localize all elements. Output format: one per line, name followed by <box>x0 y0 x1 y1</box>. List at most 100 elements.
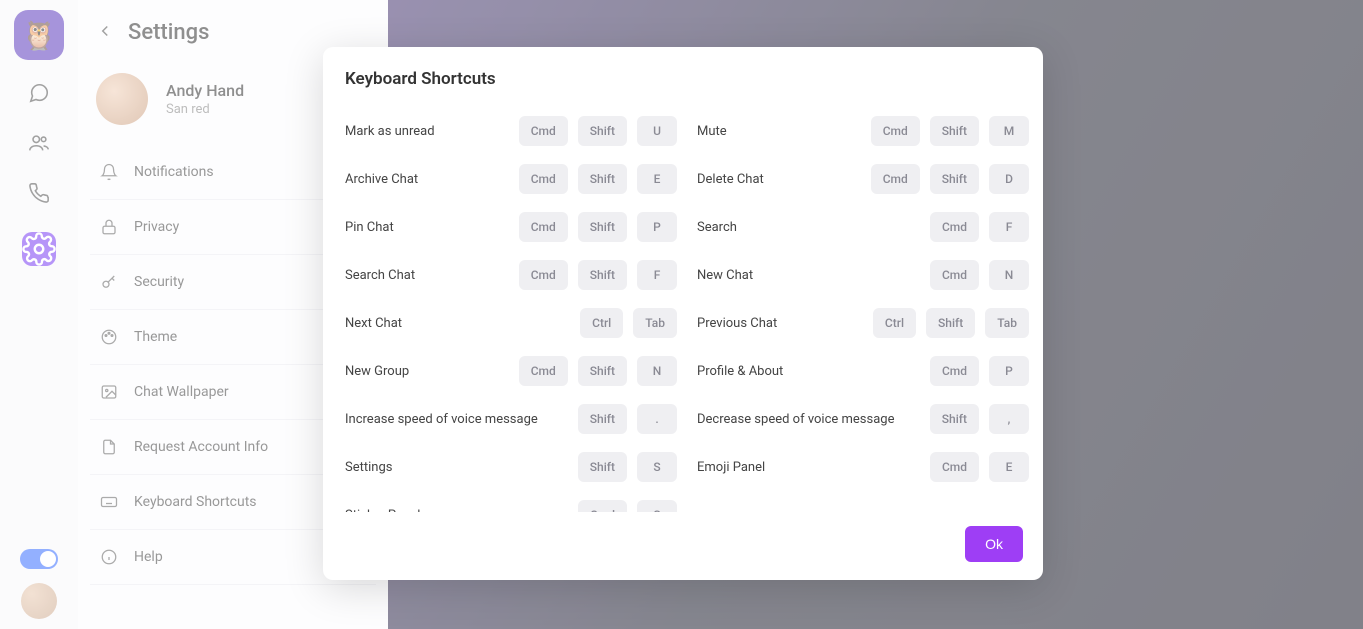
key-badge: , <box>989 404 1029 434</box>
ok-button[interactable]: Ok <box>965 526 1023 562</box>
key-badge: Tab <box>985 308 1029 338</box>
key-badge: S <box>637 500 677 512</box>
key-badge: Cmd <box>519 356 568 386</box>
calls-icon[interactable] <box>28 182 50 204</box>
modal-title: Keyboard Shortcuts <box>323 47 1043 99</box>
shortcut-row: New GroupCmdShiftN <box>345 347 677 395</box>
key-badge: Cmd <box>519 116 568 146</box>
shortcut-label: Next Chat <box>345 316 402 331</box>
shortcut-label: Settings <box>345 460 392 475</box>
shortcut-keys: CmdShiftU <box>519 116 677 146</box>
key-badge: E <box>637 164 677 194</box>
key-badge: U <box>637 116 677 146</box>
shortcut-label: New Chat <box>697 268 753 283</box>
shortcut-label: Decrease speed of voice message <box>697 412 895 427</box>
user-avatar-small[interactable] <box>21 583 57 619</box>
menu-item-label: Chat Wallpaper <box>134 384 229 400</box>
menu-item-label: Notifications <box>134 164 214 180</box>
doc-icon <box>100 438 118 456</box>
key-badge: N <box>989 260 1029 290</box>
menu-item-label: Privacy <box>134 219 179 235</box>
shortcut-label: Search <box>697 220 737 235</box>
shortcut-keys: Cmd N <box>930 260 1029 290</box>
shortcut-row: MuteCmdShiftM <box>697 107 1029 155</box>
shortcut-label: Search Chat <box>345 268 415 283</box>
shortcut-row: Sticker PanelCmdS <box>345 491 677 512</box>
key-badge: Cmd <box>930 260 979 290</box>
key-badge: D <box>989 164 1029 194</box>
key-badge: S <box>637 452 677 482</box>
profile-status: San red <box>166 102 244 117</box>
shortcut-row: Emoji PanelCmdE <box>697 443 1029 491</box>
shortcut-label: Delete Chat <box>697 172 764 187</box>
shortcut-label: Mark as unread <box>345 124 435 139</box>
page-title: Settings <box>128 20 209 45</box>
shortcut-keys: CmdShiftE <box>519 164 677 194</box>
shortcut-keys: CmdE <box>930 452 1029 482</box>
shortcut-keys: Cmd Shift P <box>519 212 677 242</box>
info-icon <box>100 548 118 566</box>
shortcut-keys: Shift, <box>930 404 1029 434</box>
contacts-icon[interactable] <box>28 132 50 154</box>
settings-icon[interactable] <box>22 232 56 266</box>
shortcut-row: Next Chat Ctrl Tab <box>345 299 677 347</box>
shortcut-row: Decrease speed of voice message Shift, <box>697 395 1029 443</box>
key-badge: Ctrl <box>873 308 916 338</box>
shortcut-label: Increase speed of voice message <box>345 412 538 427</box>
theme-toggle[interactable] <box>20 549 58 569</box>
menu-item-label: Theme <box>134 329 177 345</box>
profile-name: Andy Hand <box>166 81 244 100</box>
key-badge: Shift <box>930 164 979 194</box>
modal-body[interactable]: Mark as unreadCmdShiftUMuteCmdShiftMArch… <box>323 99 1043 512</box>
lock-icon <box>100 218 118 236</box>
menu-item-label: Request Account Info <box>134 439 268 455</box>
shortcut-row: Increase speed of voice message Shift. <box>345 395 677 443</box>
shortcut-keys: Shift S <box>578 452 677 482</box>
key-badge: Shift <box>578 452 627 482</box>
shortcut-label: Profile & About <box>697 364 783 379</box>
shortcut-keys: CmdShiftF <box>519 260 677 290</box>
key-badge: Cmd <box>578 500 627 512</box>
shortcut-row: Archive Chat CmdShiftE <box>345 155 677 203</box>
shortcut-row: Previous Chat Ctrl Shift Tab <box>697 299 1029 347</box>
key-badge: Tab <box>633 308 677 338</box>
shortcut-label: Previous Chat <box>697 316 777 331</box>
key-badge: Ctrl <box>580 308 623 338</box>
key-badge: P <box>637 212 677 242</box>
key-badge: . <box>637 404 677 434</box>
key-badge: Cmd <box>930 452 979 482</box>
shortcut-row: Mark as unread CmdShiftU <box>345 107 677 155</box>
key-badge: Shift <box>578 212 627 242</box>
shortcut-row: Pin Chat Cmd Shift P <box>345 203 677 251</box>
shortcut-keys: CmdShiftN <box>519 356 677 386</box>
shortcut-row: New Chat Cmd N <box>697 251 1029 299</box>
shortcut-row: Search ChatCmdShiftF <box>345 251 677 299</box>
shortcut-label: Pin Chat <box>345 220 394 235</box>
shortcut-keys: Ctrl Shift Tab <box>873 308 1029 338</box>
menu-item-label: Keyboard Shortcuts <box>134 494 257 510</box>
shortcut-keys: Shift. <box>578 404 677 434</box>
shortcut-row: Delete Chat Cmd Shift D <box>697 155 1029 203</box>
menu-item-label: Security <box>134 274 184 290</box>
key-badge: Cmd <box>519 212 568 242</box>
shortcut-row: Search Cmd F <box>697 203 1029 251</box>
back-icon[interactable] <box>96 21 114 45</box>
key-badge: Cmd <box>930 212 979 242</box>
shortcut-keys: Cmd Shift D <box>871 164 1029 194</box>
key-badge: Cmd <box>930 356 979 386</box>
chats-icon[interactable] <box>28 82 50 104</box>
paint-icon <box>100 328 118 346</box>
key-icon <box>100 273 118 291</box>
key-badge: F <box>637 260 677 290</box>
shortcut-keys: Cmd S <box>578 500 677 512</box>
shortcut-label: Archive Chat <box>345 172 418 187</box>
image-icon <box>100 383 118 401</box>
key-badge: P <box>989 356 1029 386</box>
key-badge: Cmd <box>871 164 920 194</box>
key-badge: M <box>989 116 1029 146</box>
key-badge: Shift <box>926 308 975 338</box>
shortcut-row: Settings Shift S <box>345 443 677 491</box>
key-badge: F <box>989 212 1029 242</box>
menu-item-label: Help <box>134 549 163 565</box>
key-badge: Shift <box>578 260 627 290</box>
